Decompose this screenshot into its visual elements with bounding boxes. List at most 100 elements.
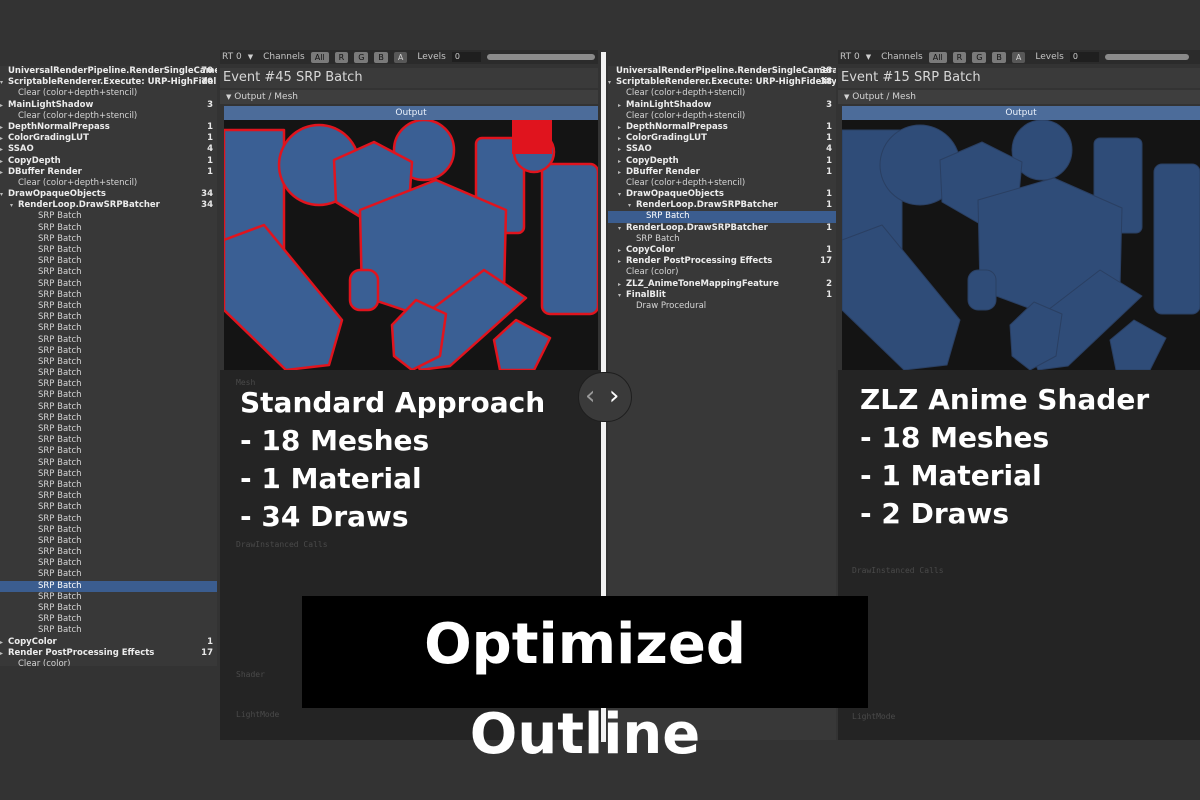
tree-row[interactable]: ▸ Render PostProcessing Effects 17	[0, 648, 217, 659]
compare-slider-handle[interactable]: ‹ ›	[578, 372, 632, 422]
tree-row[interactable]: Clear (color+depth+stencil)	[0, 88, 217, 99]
rt-select[interactable]: RT 0	[840, 52, 860, 62]
tree-row[interactable]: SRP Batch	[0, 223, 217, 234]
rt-select[interactable]: RT 0	[222, 52, 242, 62]
tree-row[interactable]: SRP Batch	[0, 402, 217, 413]
tree-row[interactable]: ▾ DrawOpaqueObjects 1	[608, 189, 836, 200]
tree-row[interactable]: ▸ DBuffer Render 1	[608, 167, 836, 178]
tree-row[interactable]: SRP Batch	[0, 480, 217, 491]
channel-r-button[interactable]: R	[334, 51, 349, 63]
tree-row[interactable]: SRP Batch	[0, 290, 217, 301]
tree-row[interactable]: ▸ DepthNormalPrepass 1	[0, 122, 217, 133]
tree-row[interactable]: SRP Batch	[0, 413, 217, 424]
chevron-right-icon[interactable]: ▸	[618, 156, 626, 167]
levels-input[interactable]: 0	[1069, 52, 1099, 62]
tree-row[interactable]: ▸ SSAO 4	[608, 144, 836, 155]
levels-input[interactable]: 0	[451, 52, 481, 62]
tree-row[interactable]: SRP Batch	[0, 323, 217, 334]
tree-row[interactable]: SRP Batch	[0, 390, 217, 401]
chevron-right-icon[interactable]: ▸	[618, 245, 626, 256]
chevron-right-icon[interactable]: ▸	[0, 637, 8, 648]
tree-row[interactable]: ▸ CopyColor 1	[0, 637, 217, 648]
levels-slider[interactable]	[486, 54, 595, 60]
tree-row[interactable]: Clear (color)	[0, 659, 217, 666]
chevron-right-icon[interactable]: ▸	[618, 133, 626, 144]
chevron-down-icon[interactable]: ▾	[618, 189, 626, 200]
chevron-right-icon[interactable]: ▸	[618, 122, 626, 133]
tree-row[interactable]: ▾ ScriptableRenderer.Execute: URP-HighFid…	[0, 77, 217, 88]
tree-row[interactable]: SRP Batch	[0, 279, 217, 290]
chevron-right-icon[interactable]: ▸	[0, 100, 8, 111]
channel-g-button[interactable]: G	[972, 51, 987, 63]
tree-row[interactable]: SRP Batch	[0, 525, 217, 536]
tree-row[interactable]: ▸ DBuffer Render 1	[0, 167, 217, 178]
tree-row[interactable]: ▾ ScriptableRenderer.Execute: URP-HighFid…	[608, 77, 836, 88]
tree-row[interactable]: Draw Procedural	[608, 301, 836, 312]
channel-b-button[interactable]: B	[992, 51, 1006, 63]
chevron-down-icon[interactable]: ▾	[0, 77, 8, 88]
left-output-mesh-header[interactable]: ▼ Output / Mesh	[220, 90, 598, 104]
tree-row[interactable]: Clear (color)	[608, 267, 836, 278]
tree-row[interactable]: SRP Batch	[0, 502, 217, 513]
tree-row[interactable]: SRP Batch	[0, 368, 217, 379]
tree-row[interactable]: SRP Batch	[0, 267, 217, 278]
tree-row[interactable]: SRP Batch	[0, 346, 217, 357]
channel-r-button[interactable]: R	[952, 51, 967, 63]
chevron-right-icon[interactable]: ▸	[0, 122, 8, 133]
chevron-down-icon[interactable]: ▾	[10, 200, 18, 211]
channel-all-button[interactable]: All	[928, 51, 947, 63]
tree-row[interactable]: ▾ DrawOpaqueObjects 34	[0, 189, 217, 200]
channel-a-button[interactable]: A	[1011, 51, 1026, 63]
chevron-down-icon[interactable]: ▾	[628, 200, 636, 211]
tree-row[interactable]: SRP Batch	[0, 558, 217, 569]
chevron-down-icon[interactable]: ▾	[618, 290, 626, 301]
tree-row[interactable]: SRP Batch	[0, 614, 217, 625]
tree-row[interactable]: ▸ DepthNormalPrepass 1	[608, 122, 836, 133]
tree-row[interactable]: SRP Batch	[0, 424, 217, 435]
tree-row[interactable]: SRP Batch	[0, 435, 217, 446]
tree-row[interactable]: SRP Batch	[0, 379, 217, 390]
channel-b-button[interactable]: B	[374, 51, 388, 63]
tree-row[interactable]: SRP Batch	[0, 603, 217, 614]
tree-row[interactable]: SRP Batch	[0, 211, 217, 222]
channel-a-button[interactable]: A	[393, 51, 408, 63]
channel-g-button[interactable]: G	[354, 51, 369, 63]
tree-row[interactable]: Clear (color+depth+stencil)	[608, 111, 836, 122]
tree-row[interactable]: SRP Batch	[0, 536, 217, 547]
right-output-tab[interactable]: Output	[842, 106, 1200, 120]
tree-row[interactable]: ▸ ColorGradingLUT 1	[0, 133, 217, 144]
tree-row[interactable]: ▸ CopyColor 1	[608, 245, 836, 256]
tree-row[interactable]: SRP Batch	[0, 458, 217, 469]
chevron-down-icon[interactable]: ▼	[248, 53, 253, 61]
tree-row[interactable]: SRP Batch	[0, 625, 217, 636]
tree-row[interactable]: ▸ ZLZ_AnimeToneMappingFeature 2	[608, 279, 836, 290]
chevron-down-icon[interactable]: ▾	[0, 189, 8, 200]
chevron-right-icon[interactable]: ▸	[618, 279, 626, 290]
tree-row[interactable]: SRP Batch	[0, 569, 217, 580]
left-output-tab[interactable]: Output	[224, 106, 598, 120]
tree-row[interactable]: UniversalRenderPipeline.RenderSingleCame…	[0, 66, 217, 77]
channel-all-button[interactable]: All	[310, 51, 329, 63]
chevron-right-icon[interactable]: ▸	[618, 167, 626, 178]
chevron-down-icon[interactable]: ▼	[866, 53, 871, 61]
tree-row[interactable]: SRP Batch	[0, 256, 217, 267]
tree-row[interactable]: ▸ CopyDepth 1	[0, 156, 217, 167]
tree-row[interactable]: SRP Batch	[0, 580, 217, 592]
levels-slider[interactable]	[1104, 54, 1189, 60]
chevron-down-icon[interactable]: ▾	[618, 223, 626, 234]
right-output-mesh-header[interactable]: ▼ Output / Mesh	[838, 90, 1200, 104]
tree-row[interactable]: SRP Batch	[0, 446, 217, 457]
tree-row[interactable]: ▸ CopyDepth 1	[608, 156, 836, 167]
chevron-right-icon[interactable]: ▸	[0, 648, 8, 659]
tree-row[interactable]: SRP Batch	[0, 491, 217, 502]
chevron-down-icon[interactable]: ▾	[608, 77, 616, 88]
tree-row[interactable]: SRP Batch	[0, 234, 217, 245]
chevron-right-icon[interactable]: ▸	[618, 144, 626, 155]
tree-row[interactable]: SRP Batch	[0, 547, 217, 558]
tree-row[interactable]: ▸ MainLightShadow 3	[608, 100, 836, 111]
chevron-right-icon[interactable]: ▸	[618, 256, 626, 267]
tree-row[interactable]: ▾ FinalBlit 1	[608, 290, 836, 301]
tree-row[interactable]: Clear (color+depth+stencil)	[0, 178, 217, 189]
chevron-right-icon[interactable]: ▸	[0, 156, 8, 167]
tree-row[interactable]: ▾ RenderLoop.DrawSRPBatcher 34	[0, 200, 217, 211]
